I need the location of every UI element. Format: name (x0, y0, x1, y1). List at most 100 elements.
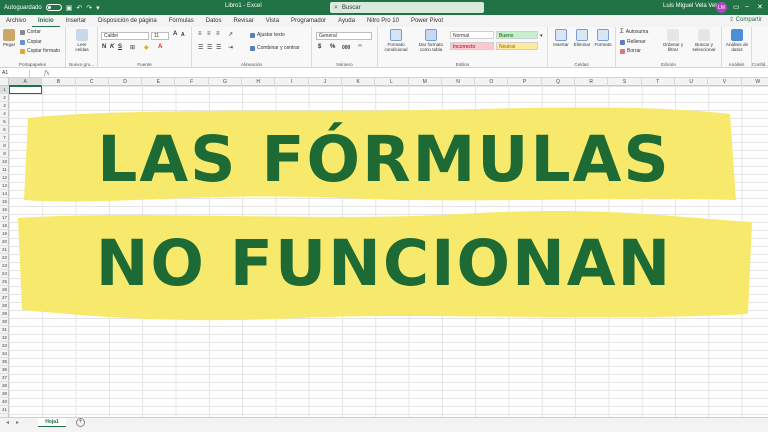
delete-cells-button[interactable]: Eliminar (572, 29, 592, 47)
orientation-icon[interactable]: ↗ (228, 31, 233, 38)
tab-insertar[interactable]: Insertar (60, 15, 92, 27)
font-color-icon[interactable]: A (158, 44, 162, 50)
column-header[interactable]: R (575, 78, 609, 86)
row-header[interactable]: 4 (0, 110, 9, 118)
style-bueno[interactable]: Bueno (496, 31, 538, 39)
user-name[interactable]: Luis Miguel Vela Vela (663, 3, 720, 9)
row-header[interactable]: 41 (0, 406, 9, 414)
conditional-format-button[interactable]: Formato condicional (382, 29, 410, 52)
column-header[interactable]: V (708, 78, 742, 86)
column-header[interactable]: O (475, 78, 509, 86)
align-right-icon[interactable]: ☰ (216, 44, 221, 51)
row-header[interactable]: 33 (0, 342, 9, 350)
tab-revisar[interactable]: Revisar (227, 15, 259, 27)
font-name-select[interactable]: Calibri (101, 32, 149, 40)
undo-icon[interactable]: ↶ (76, 4, 82, 12)
column-header[interactable]: C (76, 78, 109, 86)
column-header[interactable]: T (642, 78, 675, 86)
row-header[interactable]: 32 (0, 334, 9, 342)
next-sheet-icon[interactable]: ▸ (16, 419, 19, 426)
row-header[interactable]: 38 (0, 382, 9, 390)
row-header[interactable]: 28 (0, 302, 9, 310)
select-all-corner[interactable] (0, 78, 9, 86)
italic-button[interactable]: K (110, 44, 114, 50)
read-cells-button[interactable]: Leer celdas (74, 29, 90, 52)
style-neutral[interactable]: Neutral (496, 42, 538, 50)
tab-inicio[interactable]: Inicio (32, 15, 60, 27)
tab-vista[interactable]: Vista (260, 15, 285, 27)
row-header[interactable]: 2 (0, 94, 9, 102)
format-cells-button[interactable]: Formato (594, 29, 612, 47)
ribbon-display-icon[interactable]: ▭ (733, 3, 740, 11)
row-header[interactable]: 16 (0, 206, 9, 214)
grow-font-icon[interactable]: A (173, 31, 177, 37)
column-header[interactable]: K (342, 78, 376, 86)
column-header[interactable]: H (242, 78, 276, 86)
column-header[interactable]: F (176, 78, 209, 86)
column-header[interactable]: J (309, 78, 342, 86)
column-header[interactable]: M (409, 78, 442, 86)
style-normal[interactable]: Normal (450, 31, 494, 39)
tab-datos[interactable]: Datos (200, 15, 228, 27)
row-header[interactable]: 31 (0, 326, 9, 334)
row-header[interactable]: 1 (0, 86, 9, 94)
font-size-select[interactable]: 11 (151, 32, 169, 40)
align-middle-icon[interactable]: ≡ (207, 31, 211, 37)
row-header[interactable]: 17 (0, 214, 9, 222)
clear-button[interactable]: Borrar (620, 48, 641, 54)
prev-sheet-icon[interactable]: ◂ (6, 419, 9, 426)
tab-disposicion[interactable]: Disposición de página (92, 15, 163, 27)
row-header[interactable]: 18 (0, 222, 9, 230)
tab-programador[interactable]: Programador (285, 15, 332, 27)
column-header[interactable]: G (209, 78, 243, 86)
analyze-data-button[interactable]: Análisis de datos (724, 29, 750, 52)
row-header[interactable]: 39 (0, 390, 9, 398)
row-header[interactable]: 36 (0, 366, 9, 374)
format-painter-button[interactable]: Copiar formato (20, 48, 60, 54)
tab-nitro[interactable]: Nitro Pro 10 (361, 15, 405, 27)
add-sheet-button[interactable]: + (76, 418, 85, 427)
paste-button[interactable]: Pegar (2, 29, 16, 47)
save-icon[interactable]: ▣ (66, 4, 73, 12)
fill-button[interactable]: Rellenar (620, 39, 646, 45)
share-button[interactable]: ⇪ Compartir (729, 16, 762, 23)
column-header[interactable]: E (142, 78, 176, 86)
row-header[interactable]: 15 (0, 198, 9, 206)
column-header[interactable]: S (608, 78, 642, 86)
autosave-toggle[interactable] (45, 4, 62, 11)
column-header[interactable]: B (42, 78, 76, 86)
align-center-icon[interactable]: ☰ (207, 44, 212, 51)
decimal-icon[interactable]: ⁰⁰ (358, 44, 362, 50)
tab-archivo[interactable]: Archivo (0, 15, 32, 27)
name-box[interactable]: A1 (0, 69, 30, 77)
underline-button[interactable]: S (118, 44, 122, 50)
wrap-text-button[interactable]: Ajustar texto (250, 32, 285, 38)
close-icon[interactable]: ✕ (757, 3, 763, 11)
cut-button[interactable]: Cortar (20, 29, 41, 35)
copy-button[interactable]: Copiar (20, 39, 42, 45)
customize-qat-icon[interactable]: ▾ (96, 4, 100, 12)
column-header[interactable]: P (509, 78, 542, 86)
row-header[interactable]: 40 (0, 398, 9, 406)
column-header[interactable]: N (442, 78, 476, 86)
redo-icon[interactable]: ↷ (86, 4, 92, 12)
bold-button[interactable]: N (102, 44, 106, 50)
row-header[interactable]: 3 (0, 102, 9, 110)
row-header[interactable]: 14 (0, 190, 9, 198)
column-header[interactable]: Q (542, 78, 576, 86)
active-cell[interactable] (9, 86, 42, 94)
styles-more-icon[interactable]: ▾ (540, 33, 543, 39)
tab-formulas[interactable]: Fórmulas (163, 15, 200, 27)
sort-filter-button[interactable]: Ordenar y filtrar (660, 29, 686, 52)
row-header[interactable]: 37 (0, 374, 9, 382)
row-header[interactable]: 29 (0, 310, 9, 318)
align-left-icon[interactable]: ☰ (198, 44, 203, 51)
row-header[interactable]: 34 (0, 350, 9, 358)
column-header[interactable]: W (742, 78, 768, 86)
align-top-icon[interactable]: ≡ (198, 31, 202, 37)
autosum-button[interactable]: Σ Autosuma (620, 29, 648, 35)
column-header[interactable]: A (9, 78, 43, 86)
thousands-button[interactable]: 000 (342, 45, 350, 51)
merge-center-button[interactable]: Combinar y centrar (250, 45, 300, 51)
column-header[interactable]: L (375, 78, 409, 86)
